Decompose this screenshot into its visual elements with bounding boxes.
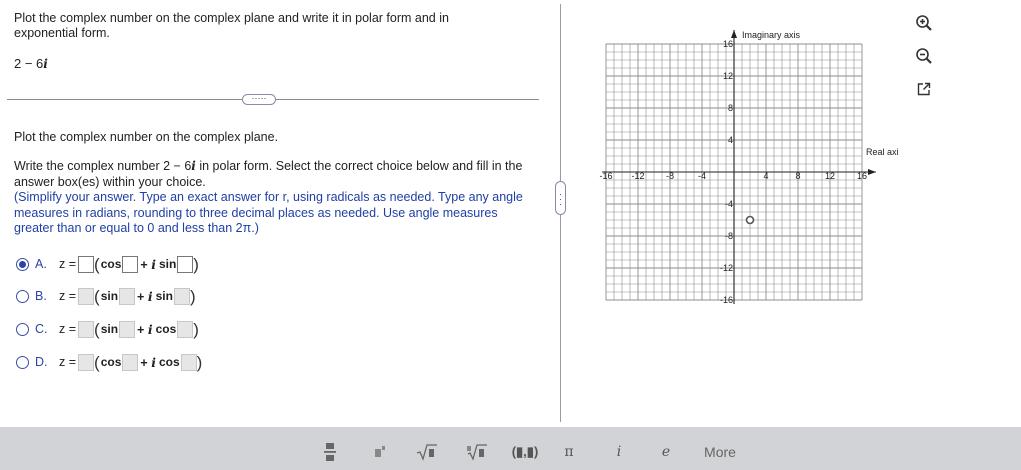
expand-question-button[interactable]: ····· [242,94,276,105]
choice-b[interactable]: B. z = ( sin + i sin ) [16,286,196,306]
choice-c-angle2-input[interactable] [177,320,194,338]
choice-a[interactable]: A. z = ( cos + i sin ) [16,254,199,274]
plot-instruction: Plot the complex number on the complex p… [14,130,279,144]
fraction-icon [324,442,336,461]
choice-a-angle2-input[interactable] [177,255,194,273]
complex-plane-graph[interactable]: Imaginary axis Real axis -16 -12 -8 -4 4 8 12 16 1… [598,26,904,309]
choice-a-r-input[interactable] [78,255,95,273]
write-instruction: Write the complex number 2 − 6i in polar… [14,159,523,235]
choice-d-r-input[interactable] [78,353,95,371]
choice-c[interactable]: C. z = ( sin + i cos ) [16,319,199,339]
sqrt-icon [416,443,437,461]
choice-a-angle1-input[interactable] [122,255,139,273]
zoom-out-icon [916,48,932,64]
choice-b-radio[interactable] [16,289,29,303]
y-tick-label: -16 [720,295,733,305]
choice-c-r-input[interactable] [78,320,95,338]
mixed-number-button[interactable] [368,439,392,464]
e-button[interactable]: e [658,439,674,464]
real-axis-arrow [868,169,876,175]
y-tick-label: -12 [720,263,733,273]
y-tick-label: -4 [725,199,733,209]
mixed-number-icon [375,445,385,457]
y-tick-label: 12 [723,71,733,81]
plotted-point[interactable] [745,215,755,225]
choice-c-angle1-input[interactable] [119,320,136,338]
pop-out-button[interactable] [913,78,935,100]
choice-a-radio[interactable] [16,257,29,271]
math-toolbar: (▮,▮) π i e More [0,427,1021,470]
x-tick-label: -8 [666,171,674,181]
nth-root-button[interactable] [464,439,490,464]
choice-b-r-input[interactable] [78,287,95,305]
fraction-button[interactable] [318,439,342,464]
graph-tools [913,12,939,111]
ordered-pair-button[interactable]: (▮,▮) [508,439,542,464]
zoom-in-button[interactable] [913,12,935,34]
complex-plane-svg[interactable]: Imaginary axis Real axis -16 -12 -8 -4 4 8 12 16 1… [598,26,904,306]
y-tick-label: 8 [728,103,733,113]
complex-number: 2 − 6i [14,56,48,71]
choice-c-radio[interactable] [16,322,29,336]
y-tick-label: 4 [728,135,733,145]
more-button[interactable]: More [700,439,740,464]
sqrt-button[interactable] [414,439,440,464]
pi-button[interactable]: π [561,439,577,464]
zoom-out-button[interactable] [913,45,935,67]
imaginary-axis-label: Imaginary axis [742,30,801,40]
choice-b-angle1-input[interactable] [119,287,136,305]
x-tick-label: 4 [763,171,768,181]
choice-d[interactable]: D. z = ( cos + i cos ) [16,352,202,372]
x-tick-label: -4 [698,171,706,181]
choice-d-radio[interactable] [16,355,29,369]
answer-hint: (Simplify your answer. Type an exact ans… [14,190,523,235]
y-tick-label: -8 [725,231,733,241]
question-panel: Plot the complex number on the complex p… [0,0,548,425]
x-tick-label: 16 [857,171,867,181]
imaginary-axis-arrow [731,30,737,38]
x-tick-label: 12 [825,171,835,181]
i-button[interactable]: i [612,439,626,464]
choice-d-angle2-input[interactable] [180,353,197,371]
nth-root-icon [467,443,487,461]
choice-d-angle1-input[interactable] [122,353,139,371]
y-tick-label: 16 [723,39,733,49]
choice-b-angle2-input[interactable] [173,287,190,305]
x-tick-label: -12 [631,171,644,181]
pop-out-icon [917,82,931,96]
real-axis-label: Real axis [866,147,898,157]
zoom-in-icon [916,15,932,31]
splitter-handle[interactable]: · · · [555,181,566,215]
x-tick-label: -16 [599,171,612,181]
x-tick-label: 8 [795,171,800,181]
question-prompt: Plot the complex number on the complex p… [14,11,449,40]
